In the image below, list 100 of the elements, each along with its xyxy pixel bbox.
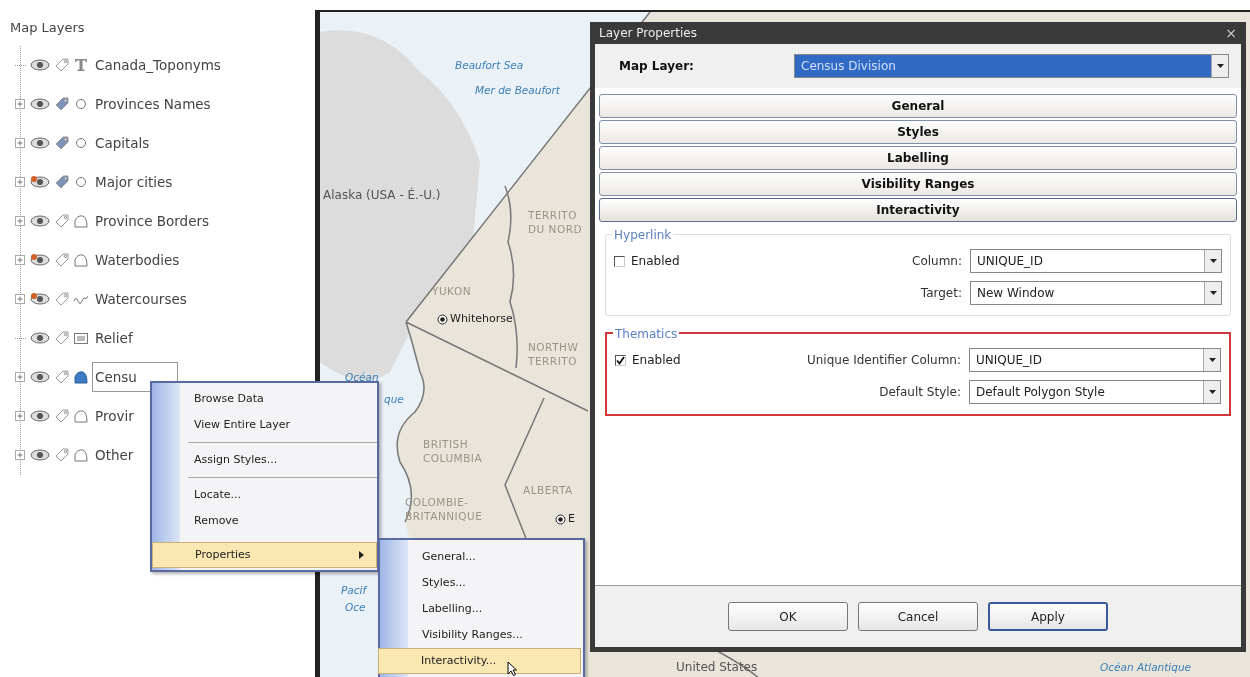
- expand-icon[interactable]: [15, 137, 26, 149]
- expand-icon[interactable]: [15, 215, 26, 227]
- field-label: Map Layer:: [619, 58, 695, 75]
- eye-icon[interactable]: [29, 214, 51, 228]
- map-label: Pacif: [341, 584, 367, 596]
- tag-icon[interactable]: [54, 96, 70, 112]
- section-header[interactable]: Interactivity: [599, 198, 1237, 222]
- tag-icon[interactable]: [54, 252, 70, 268]
- menu-item[interactable]: Interactivity...: [378, 648, 581, 674]
- eye-icon[interactable]: [29, 370, 51, 384]
- circle-icon: [73, 135, 89, 151]
- map-label: Océan: [345, 371, 379, 383]
- tag-icon[interactable]: [54, 369, 70, 385]
- layer-name[interactable]: Major cities: [92, 166, 176, 198]
- image-icon: [73, 330, 89, 346]
- dialog-button[interactable]: Cancel: [858, 602, 978, 631]
- map-label: Mer de Beaufort: [475, 84, 560, 96]
- layer-name[interactable]: Province Borders: [92, 205, 213, 237]
- polygon-icon: [73, 252, 89, 268]
- map-label: TERRITO DU NORD: [528, 209, 583, 235]
- tag-icon[interactable]: [54, 135, 70, 151]
- layer-name[interactable]: Canada_Toponyms: [92, 49, 224, 81]
- eye-icon[interactable]: [29, 58, 51, 72]
- text-type-icon: [73, 57, 89, 73]
- tag-icon[interactable]: [54, 174, 70, 190]
- menu-item[interactable]: Remove: [152, 508, 377, 534]
- eye-icon[interactable]: [29, 409, 51, 423]
- eye-icon[interactable]: [29, 253, 51, 267]
- polygon-icon: [73, 213, 89, 229]
- dropdown-field[interactable]: Census Division: [794, 54, 1229, 78]
- menu-item[interactable]: Visibility Ranges...: [380, 622, 583, 648]
- expand-icon[interactable]: [15, 293, 26, 305]
- dropdown-field[interactable]: UNIQUE_ID: [970, 249, 1222, 273]
- expand-icon[interactable]: [15, 176, 26, 188]
- tag-icon[interactable]: [54, 213, 70, 229]
- expand-icon[interactable]: [15, 371, 26, 383]
- dialog-button[interactable]: OK: [728, 602, 848, 631]
- eye-icon[interactable]: [29, 175, 51, 189]
- map-label: Alaska (USA - É.-U.): [323, 188, 441, 202]
- tag-icon[interactable]: [54, 447, 70, 463]
- layer-name[interactable]: Provinces Names: [92, 88, 214, 120]
- expand-icon[interactable]: [15, 254, 26, 266]
- panel-title: Map Layers: [10, 19, 86, 37]
- eye-icon[interactable]: [29, 448, 51, 462]
- circle-icon: [73, 96, 89, 112]
- section-header[interactable]: Visibility Ranges: [599, 172, 1237, 196]
- map-label: E: [568, 512, 575, 526]
- dropdown-arrow-icon: [1216, 64, 1224, 68]
- checkbox[interactable]: Enabled: [615, 351, 745, 369]
- dropdown-arrow-icon: [1208, 358, 1216, 362]
- layer-name[interactable]: Capitals: [92, 127, 153, 159]
- map-label: Oce: [345, 601, 366, 613]
- checkbox[interactable]: Enabled: [614, 252, 744, 270]
- menu-item[interactable]: Labelling...: [380, 596, 583, 622]
- section-header[interactable]: Labelling: [599, 146, 1237, 170]
- tag-icon[interactable]: [54, 330, 70, 346]
- dropdown-field[interactable]: New Window: [970, 281, 1222, 305]
- dropdown-arrow-icon: [1208, 390, 1216, 394]
- layer-name[interactable]: Other: [92, 439, 137, 471]
- map-label: Océan Atlantique: [1100, 661, 1192, 673]
- menu-item[interactable]: General...: [380, 544, 583, 570]
- dropdown-field[interactable]: UNIQUE_ID: [969, 348, 1221, 372]
- map-label: YUKON: [432, 285, 472, 297]
- circle-icon: [73, 174, 89, 190]
- eye-icon[interactable]: [29, 97, 51, 111]
- eye-icon[interactable]: [29, 136, 51, 150]
- section-header[interactable]: General: [599, 94, 1237, 118]
- menu-item[interactable]: Assign Styles...: [152, 447, 377, 473]
- submenu-arrow-icon: [359, 551, 364, 559]
- tag-icon[interactable]: [54, 57, 70, 73]
- layer-name[interactable]: Relief: [92, 322, 136, 354]
- field-label: Unique Identifier Column:: [806, 352, 961, 369]
- layer-name[interactable]: Waterbodies: [92, 244, 183, 276]
- layer-name[interactable]: Watercourses: [92, 283, 190, 315]
- dialog-button[interactable]: Apply: [988, 602, 1108, 631]
- dropdown-field[interactable]: Default Polygon Style: [969, 380, 1221, 404]
- expand-icon[interactable]: [15, 410, 26, 422]
- eye-icon[interactable]: [29, 331, 51, 345]
- group-title: Hyperlink: [612, 226, 674, 244]
- menu-item[interactable]: Locate...: [152, 482, 377, 508]
- expand-icon[interactable]: [15, 98, 26, 110]
- section-header[interactable]: Styles: [599, 120, 1237, 144]
- map-label: BRITISH COLUMBIA: [423, 438, 483, 464]
- menu-item[interactable]: Styles...: [380, 570, 583, 596]
- map-label: ALBERTA: [523, 484, 573, 496]
- close-button[interactable]: ×: [1225, 26, 1237, 40]
- expand-icon[interactable]: [15, 449, 26, 461]
- map-label: que: [384, 393, 404, 405]
- field-label: Column:: [911, 253, 962, 270]
- menu-item[interactable]: Properties: [152, 542, 377, 568]
- menu-item[interactable]: View Entire Layer: [152, 412, 377, 438]
- tag-icon[interactable]: [54, 408, 70, 424]
- city-marker-icon: [555, 513, 566, 525]
- check-icon: [616, 355, 625, 365]
- eye-icon[interactable]: [29, 292, 51, 306]
- layer-name[interactable]: Provir: [92, 400, 137, 432]
- map-label: Beaufort Sea: [455, 59, 524, 71]
- tag-icon[interactable]: [54, 291, 70, 307]
- dropdown-arrow-icon: [1209, 259, 1217, 263]
- window-title: Layer Properties: [599, 25, 697, 42]
